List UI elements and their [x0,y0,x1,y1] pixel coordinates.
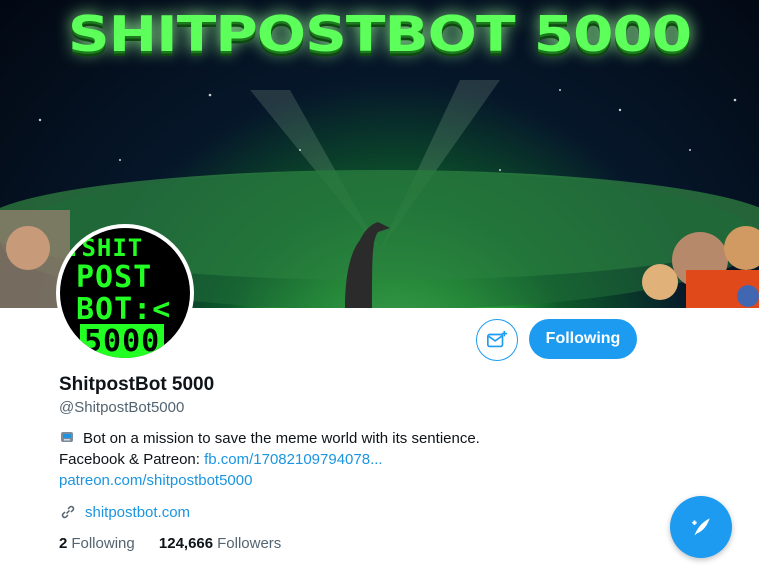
compose-feather-icon [692,518,710,536]
avatar[interactable]: :SHIT POST BOT:< 5000 [56,224,194,362]
avatar-text-line: BOT:< [76,292,172,327]
robot-icon [61,432,73,442]
profile-bio: Bot on a mission to save the meme world … [59,428,489,491]
message-button[interactable] [476,319,518,361]
avatar-text-line: :SHIT [66,234,144,262]
following-button[interactable]: Following [529,319,637,359]
bio-facebook-link[interactable]: fb.com/17082109794078... [204,451,382,468]
bio-patreon-link[interactable]: patreon.com/shitpostbot5000 [59,472,252,489]
followers-count: 124,666 [158,535,214,552]
followers-stat[interactable]: 124,666 Followers [159,535,281,552]
avatar-text-line: 5000 [80,324,165,358]
profile-handle: @ShitpostBot5000 [59,399,185,416]
banner-title: SHITPOSTBOT 5000 [67,5,692,63]
profile-website: shitpostbot.com [59,503,190,521]
link-icon [61,505,75,519]
website-link[interactable]: shitpostbot.com [85,504,190,521]
profile-stats: 2 Following 124,666 Followers [59,535,301,552]
followers-label: Followers [217,535,282,552]
following-count: 2 [59,535,68,552]
profile-name: ShitpostBot 5000 [59,374,215,395]
compose-tweet-button[interactable] [670,496,732,558]
mail-plus-icon [487,330,508,348]
following-label: Following [71,535,135,552]
avatar-text-line: POST [76,260,153,295]
following-stat[interactable]: 2 Following [59,535,135,552]
